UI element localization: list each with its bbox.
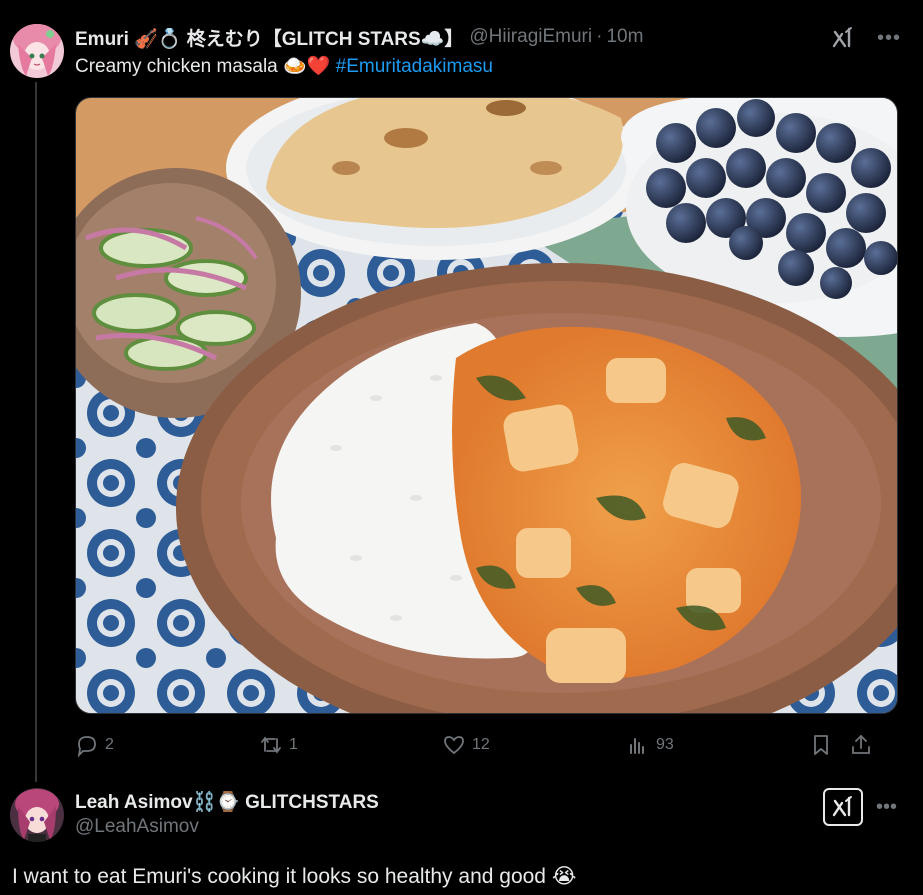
reply-button[interactable]: 2 bbox=[75, 733, 114, 757]
xai-grok-icon[interactable] bbox=[823, 788, 863, 826]
thread-line bbox=[35, 82, 37, 782]
reply-text: I want to eat Emuri's cooking it looks s… bbox=[12, 865, 577, 888]
food-photo bbox=[76, 98, 897, 713]
more-icon[interactable]: ••• bbox=[877, 28, 901, 48]
repost-count: 1 bbox=[289, 736, 298, 753]
author-handle[interactable]: @HiiragiEmuri bbox=[469, 26, 592, 48]
tweet-body: Creamy chicken masala 🍛❤️ bbox=[75, 56, 336, 77]
share-button[interactable] bbox=[849, 733, 873, 757]
repost-button[interactable]: 1 bbox=[259, 733, 298, 757]
tweet-media-photo[interactable] bbox=[75, 97, 898, 714]
heart-icon bbox=[444, 736, 464, 755]
author-avatar[interactable] bbox=[10, 24, 64, 78]
reply-header: Leah Asimov⛓️⌚ GLITCHSTARS bbox=[75, 790, 379, 814]
like-count: 12 bbox=[472, 736, 490, 753]
tweet[interactable]: Emuri 🎻💍 柊えむり【GLITCH STARS☁️】 @HiiragiEm… bbox=[0, 0, 923, 782]
hashtag-link[interactable]: #Emuritadakimasu bbox=[336, 56, 493, 77]
separator: · bbox=[596, 26, 603, 47]
tweet-action-bar: 2 1 12 93 bbox=[75, 731, 883, 759]
share-icon bbox=[852, 734, 870, 754]
author-name[interactable]: Emuri 🎻💍 柊えむり【GLITCH STARS☁️】 bbox=[75, 24, 463, 51]
reply-author-handle[interactable]: @LeahAsimov bbox=[75, 816, 199, 838]
like-button[interactable]: 12 bbox=[442, 733, 490, 757]
reply-icon bbox=[77, 736, 96, 757]
views-icon bbox=[630, 738, 644, 754]
bookmark-button[interactable] bbox=[809, 733, 833, 757]
bookmark-icon bbox=[814, 735, 828, 755]
reply-author-avatar[interactable] bbox=[10, 788, 64, 842]
tweet-header: Emuri 🎻💍 柊えむり【GLITCH STARS☁️】 @HiiragiEm… bbox=[75, 24, 643, 50]
views-count: 93 bbox=[656, 736, 674, 753]
tweet-top-actions: ••• bbox=[829, 24, 901, 52]
xai-grok-icon[interactable] bbox=[829, 24, 857, 52]
reply-count: 2 bbox=[105, 736, 114, 753]
tweet-text: Creamy chicken masala 🍛❤️ #Emuritadakima… bbox=[75, 54, 493, 78]
more-icon[interactable]: ••• bbox=[876, 796, 897, 819]
reply-author-name[interactable]: Leah Asimov⛓️⌚ GLITCHSTARS bbox=[75, 792, 379, 813]
views-button[interactable]: 93 bbox=[626, 733, 674, 757]
repost-icon bbox=[261, 736, 281, 754]
timestamp[interactable]: 10m bbox=[606, 26, 643, 48]
